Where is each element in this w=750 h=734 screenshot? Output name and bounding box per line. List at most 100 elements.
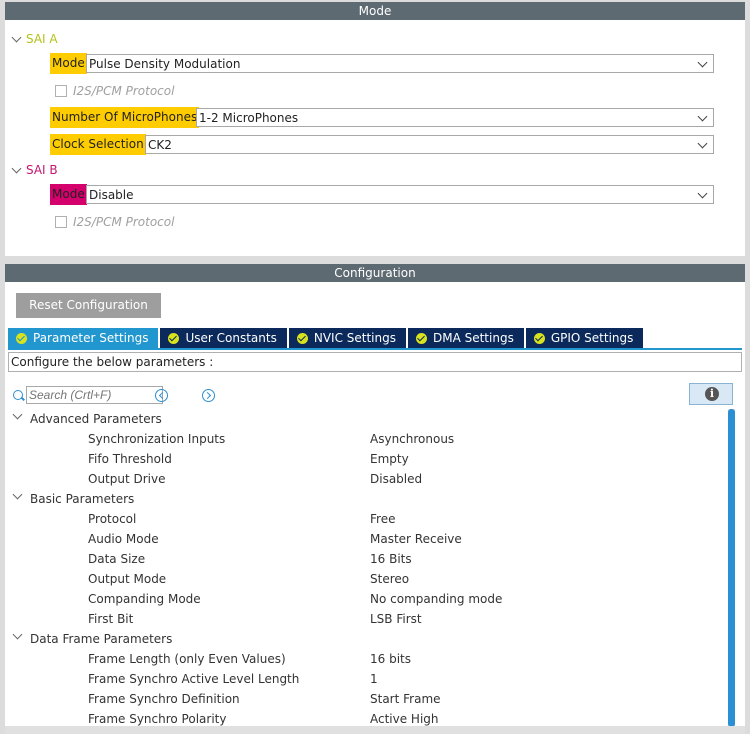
chevron-down-icon[interactable] bbox=[697, 188, 708, 199]
parameter-value[interactable]: 1 bbox=[370, 669, 378, 689]
parameter-value[interactable]: Asynchronous bbox=[370, 429, 454, 449]
parameter-key: Companding Mode bbox=[88, 592, 201, 606]
configuration-panel-header: Configuration bbox=[5, 264, 745, 282]
parameter-row[interactable]: Audio Mode Master Receive bbox=[5, 529, 727, 549]
sai-b-i2s-checkbox-row[interactable]: I2S/PCM Protocol bbox=[55, 215, 174, 229]
sai-a-mic-label: Number Of MicroPhones bbox=[50, 107, 200, 128]
sai-a-title: SAI A bbox=[26, 32, 58, 46]
mode-panel: Mode SAI A Mode Pulse Density Modulation… bbox=[5, 2, 745, 256]
parameter-key: Frame Synchro Definition bbox=[88, 692, 240, 706]
sai-a-mode-value: Pulse Density Modulation bbox=[89, 57, 241, 71]
chevron-down-icon[interactable] bbox=[11, 163, 22, 173]
parameter-value[interactable]: Disabled bbox=[370, 469, 422, 489]
check-circle-icon bbox=[415, 332, 427, 344]
parameter-value[interactable]: Master Receive bbox=[370, 529, 462, 549]
chevron-down-icon[interactable] bbox=[12, 489, 23, 500]
search-input[interactable] bbox=[26, 386, 163, 404]
reset-configuration-button[interactable]: Reset Configuration bbox=[16, 293, 161, 318]
parameter-key: Output Mode bbox=[88, 572, 167, 586]
sai-a-mode-select[interactable]: Pulse Density Modulation bbox=[86, 54, 714, 73]
chevron-down-icon[interactable] bbox=[697, 138, 708, 149]
sai-b-header[interactable]: SAI B bbox=[11, 163, 58, 177]
scrollbar-thumb[interactable] bbox=[728, 409, 735, 727]
parameter-value[interactable]: No companding mode bbox=[370, 589, 502, 609]
tab-gpio-settings[interactable]: GPIO Settings bbox=[525, 328, 644, 348]
parameter-value[interactable]: 16 bits bbox=[370, 649, 411, 669]
sai-b-i2s-checkbox[interactable] bbox=[55, 216, 67, 228]
parameter-row[interactable]: Fifo Threshold Empty bbox=[5, 449, 727, 469]
sai-a-i2s-checkbox[interactable] bbox=[55, 85, 67, 97]
sai-b-mode-select[interactable]: Disable bbox=[86, 185, 714, 204]
sai-a-mode-label: Mode bbox=[50, 53, 87, 74]
parameter-row[interactable]: Synchronization Inputs Asynchronous bbox=[5, 429, 727, 449]
tab-parameter-settings[interactable]: Parameter Settings bbox=[8, 328, 159, 348]
parameter-row[interactable]: Companding Mode No companding mode bbox=[5, 589, 727, 609]
sai-a-header[interactable]: SAI A bbox=[11, 32, 58, 46]
chevron-down-icon[interactable] bbox=[697, 111, 708, 122]
chevron-down-icon[interactable] bbox=[12, 409, 23, 420]
parameter-key: Fifo Threshold bbox=[88, 452, 172, 466]
chevron-down-icon[interactable] bbox=[697, 57, 708, 68]
sai-a-mic-select[interactable]: 1-2 MicroPhones bbox=[196, 108, 714, 127]
sai-a-i2s-checkbox-row[interactable]: I2S/PCM Protocol bbox=[55, 84, 174, 98]
parameter-value[interactable]: Empty bbox=[370, 449, 409, 469]
parameter-value[interactable]: 16 Bits bbox=[370, 549, 412, 569]
settings-tabs: Parameter Settings User Constants NVIC S… bbox=[8, 328, 645, 348]
parameter-group-title: Advanced Parameters bbox=[30, 412, 162, 426]
configuration-panel: Configuration Reset Configuration Parame… bbox=[5, 264, 745, 734]
parameter-row[interactable]: Frame Synchro Active Level Length 1 bbox=[5, 669, 727, 689]
info-button[interactable]: i bbox=[689, 383, 733, 405]
parameter-key: Frame Synchro Active Level Length bbox=[88, 672, 300, 686]
mode-panel-header: Mode bbox=[5, 2, 745, 20]
parameter-value[interactable]: Start Frame bbox=[370, 689, 441, 709]
parameter-row[interactable]: Data Size 16 Bits bbox=[5, 549, 727, 569]
chevron-right-circle-icon[interactable] bbox=[202, 389, 215, 402]
parameter-key: Output Drive bbox=[88, 472, 166, 486]
parameter-row[interactable]: Output Mode Stereo bbox=[5, 569, 727, 589]
parameter-key: First Bit bbox=[88, 612, 134, 626]
chevron-down-icon[interactable] bbox=[11, 32, 22, 42]
sai-a-clock-value: CK2 bbox=[148, 138, 172, 152]
tab-label: GPIO Settings bbox=[550, 331, 634, 345]
check-circle-icon bbox=[296, 332, 308, 344]
sai-b-title: SAI B bbox=[26, 163, 58, 177]
tab-user-constants[interactable]: User Constants bbox=[160, 328, 287, 348]
horizontal-scrollbar[interactable] bbox=[5, 726, 745, 734]
parameter-key: Frame Length (only Even Values) bbox=[88, 652, 286, 666]
parameter-tree: Advanced Parameters Synchronization Input… bbox=[5, 409, 727, 729]
sai-b-mode-value: Disable bbox=[89, 188, 134, 202]
sai-b-i2s-label: I2S/PCM Protocol bbox=[73, 215, 175, 229]
parameter-row[interactable]: First Bit LSB First bbox=[5, 609, 727, 629]
parameter-group-title: Basic Parameters bbox=[30, 492, 135, 506]
parameter-value[interactable]: Free bbox=[370, 509, 395, 529]
vertical-scrollbar[interactable] bbox=[728, 409, 735, 727]
chevron-down-icon[interactable] bbox=[12, 629, 23, 640]
parameter-key: Data Size bbox=[88, 552, 146, 566]
check-circle-icon bbox=[168, 332, 180, 344]
sai-a-mic-value: 1-2 MicroPhones bbox=[199, 111, 299, 125]
parameter-value[interactable]: LSB First bbox=[370, 609, 422, 629]
tab-label: NVIC Settings bbox=[313, 331, 396, 345]
parameter-row[interactable]: Protocol Free bbox=[5, 509, 727, 529]
parameter-group[interactable]: Basic Parameters bbox=[5, 489, 727, 509]
tab-label: User Constants bbox=[185, 331, 277, 345]
tab-underline bbox=[8, 348, 742, 350]
tab-dma-settings[interactable]: DMA Settings bbox=[407, 328, 524, 348]
parameter-group[interactable]: Advanced Parameters bbox=[5, 409, 727, 429]
search-area bbox=[13, 386, 163, 404]
parameter-row[interactable]: Frame Synchro Definition Start Frame bbox=[5, 689, 727, 709]
parameter-group[interactable]: Data Frame Parameters bbox=[5, 629, 727, 649]
parameter-row[interactable]: Output Drive Disabled bbox=[5, 469, 727, 489]
parameter-key: Audio Mode bbox=[88, 532, 159, 546]
tab-nvic-settings[interactable]: NVIC Settings bbox=[288, 328, 406, 348]
sai-a-i2s-label: I2S/PCM Protocol bbox=[73, 84, 175, 98]
check-circle-icon bbox=[16, 332, 27, 344]
parameter-key: Protocol bbox=[88, 512, 137, 526]
sai-a-clock-label: Clock Selection bbox=[50, 134, 146, 155]
chevron-left-circle-icon[interactable] bbox=[155, 389, 168, 402]
parameter-key: Synchronization Inputs bbox=[88, 432, 226, 446]
sai-a-clock-select[interactable]: CK2 bbox=[145, 135, 714, 154]
parameter-row[interactable]: Frame Length (only Even Values) 16 bits bbox=[5, 649, 727, 669]
tab-label: Parameter Settings bbox=[33, 331, 149, 345]
parameter-value[interactable]: Stereo bbox=[370, 569, 409, 589]
